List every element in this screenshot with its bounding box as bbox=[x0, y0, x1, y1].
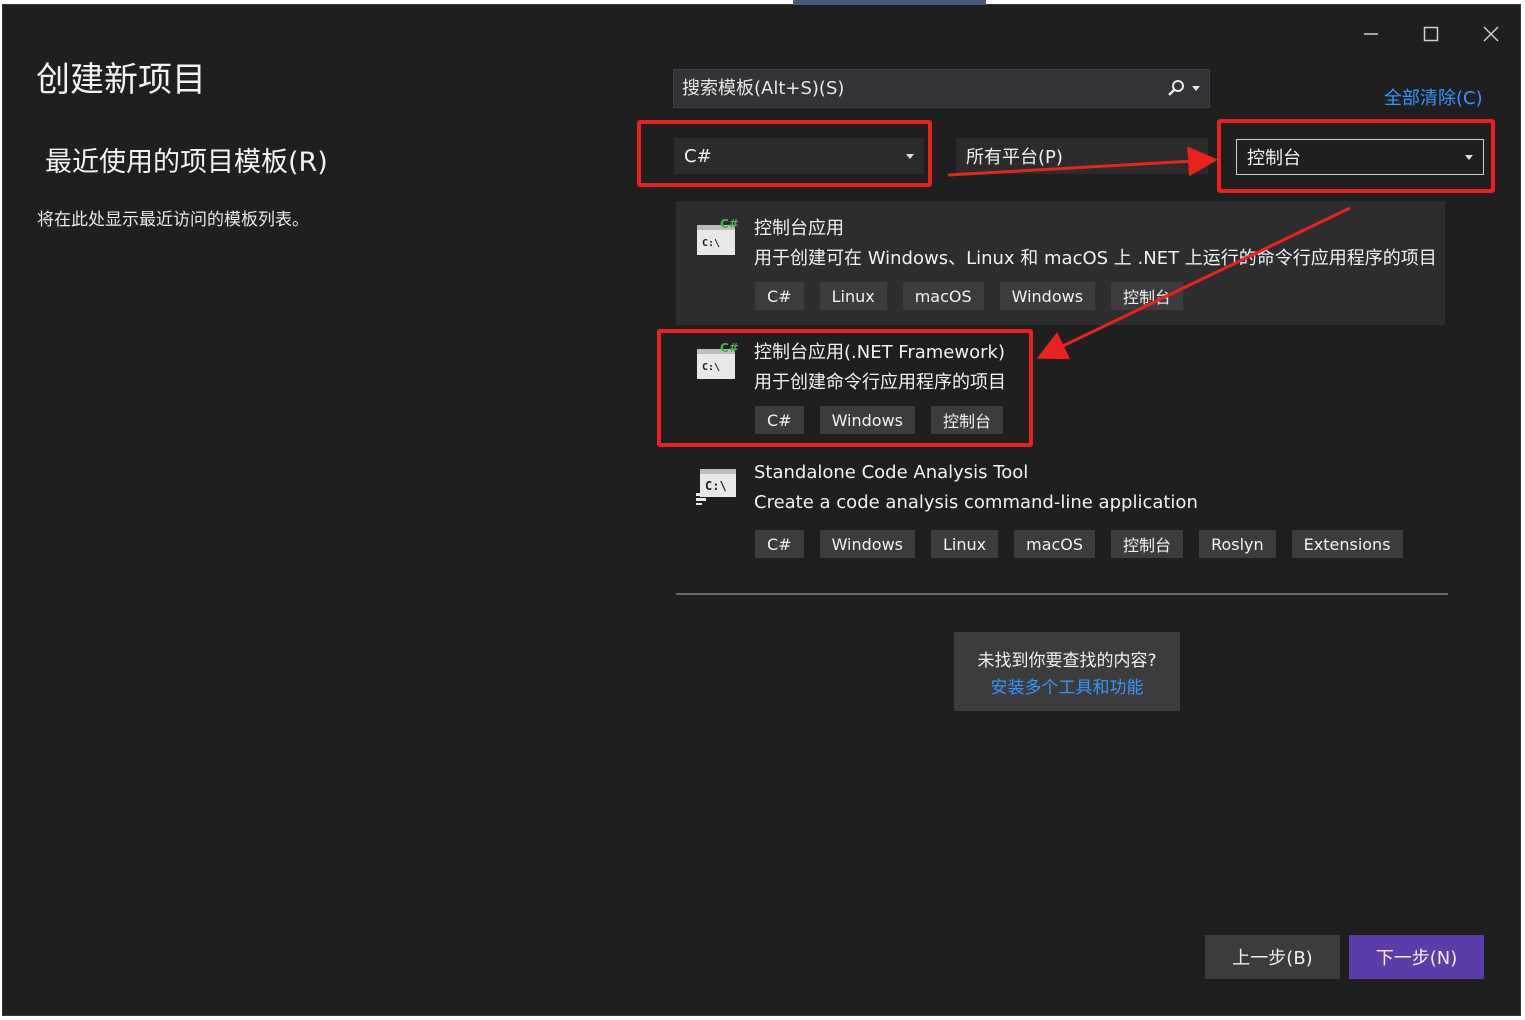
template-tags: C# Windows 控制台 bbox=[755, 406, 1004, 434]
clear-all-link[interactable]: 全部清除(C) bbox=[1384, 84, 1483, 110]
tag: 控制台 bbox=[1111, 530, 1184, 558]
tag: C# bbox=[755, 530, 804, 558]
template-name: Standalone Code Analysis Tool bbox=[754, 462, 1029, 483]
chevron-down-icon bbox=[1192, 86, 1200, 91]
chevron-down-icon bbox=[1190, 153, 1198, 159]
svg-text:C#: C# bbox=[720, 341, 738, 355]
tag: C# bbox=[755, 282, 804, 310]
maximize-button[interactable] bbox=[1411, 19, 1451, 49]
not-found-question: 未找到你要查找的内容? bbox=[977, 650, 1157, 671]
tag: 控制台 bbox=[931, 406, 1004, 434]
template-name: 控制台应用 bbox=[754, 218, 844, 239]
svg-text:C:\: C:\ bbox=[705, 479, 727, 493]
template-name: 控制台应用(.NET Framework) bbox=[754, 342, 1005, 363]
minimize-button[interactable] bbox=[1351, 19, 1391, 49]
project-type-filter-dropdown[interactable]: 控制台 bbox=[1236, 139, 1484, 175]
tag: Windows bbox=[819, 406, 915, 434]
search-icon bbox=[1168, 79, 1184, 96]
template-tags: C# Linux macOS Windows 控制台 bbox=[755, 282, 1184, 310]
page-title: 创建新项目 bbox=[36, 60, 206, 100]
tag: 控制台 bbox=[1111, 282, 1184, 310]
chevron-down-icon bbox=[906, 153, 914, 159]
recent-templates-empty-text: 将在此处显示最近访问的模板列表。 bbox=[37, 210, 309, 230]
platform-filter-dropdown[interactable]: 所有平台(P) bbox=[956, 138, 1208, 174]
back-button[interactable]: 上一步(B) bbox=[1205, 935, 1340, 979]
project-type-filter-value: 控制台 bbox=[1247, 148, 1301, 169]
list-divider bbox=[676, 593, 1448, 595]
code-analysis-console-icon: C:\ bbox=[696, 469, 736, 505]
minimize-icon bbox=[1364, 33, 1378, 35]
template-item-console-app-net-framework[interactable]: C:\ C# 控制台应用(.NET Framework) 用于创建命令行应用程序… bbox=[676, 325, 1445, 449]
language-filter-value: C# bbox=[684, 145, 712, 167]
template-item-standalone-code-analysis-tool[interactable]: C:\ Standalone Code Analysis Tool Create… bbox=[676, 449, 1445, 573]
platform-filter-value: 所有平台(P) bbox=[966, 147, 1063, 168]
tag: macOS bbox=[902, 282, 984, 310]
next-button[interactable]: 下一步(N) bbox=[1349, 935, 1484, 979]
tag: Roslyn bbox=[1199, 530, 1276, 558]
svg-text:C:\: C:\ bbox=[702, 238, 720, 249]
csharp-console-icon: C:\ C# bbox=[697, 341, 738, 379]
template-description: 用于创建命令行应用程序的项目 bbox=[754, 372, 1006, 393]
template-description: Create a code analysis command-line appl… bbox=[754, 492, 1198, 513]
language-filter-dropdown[interactable]: C# bbox=[674, 138, 924, 174]
search-input[interactable] bbox=[682, 78, 1157, 99]
tag: C# bbox=[755, 406, 804, 434]
close-icon bbox=[1483, 26, 1499, 42]
svg-text:C:\: C:\ bbox=[702, 362, 720, 373]
chevron-down-icon bbox=[1465, 154, 1473, 160]
install-tools-link[interactable]: 安装多个工具和功能 bbox=[991, 673, 1144, 698]
template-item-console-app[interactable]: C:\ C# 控制台应用 用于创建可在 Windows、Linux 和 macO… bbox=[676, 201, 1445, 325]
not-found-panel: 未找到你要查找的内容? 安装多个工具和功能 bbox=[954, 632, 1180, 711]
tag: Linux bbox=[931, 530, 999, 558]
template-description: 用于创建可在 Windows、Linux 和 macOS 上 .NET 上运行的… bbox=[754, 248, 1437, 269]
template-tags: C# Windows Linux macOS 控制台 Roslyn Extens… bbox=[755, 530, 1403, 558]
recent-templates-title: 最近使用的项目模板(R) bbox=[45, 147, 328, 178]
tag: macOS bbox=[1014, 530, 1096, 558]
svg-text:C#: C# bbox=[720, 217, 738, 231]
csharp-console-icon: C:\ C# bbox=[697, 217, 738, 255]
background-taskbar-tab bbox=[793, 0, 986, 5]
tag: Windows bbox=[999, 282, 1096, 310]
template-search-box[interactable] bbox=[673, 69, 1210, 108]
tag: Linux bbox=[819, 282, 887, 310]
close-button[interactable] bbox=[1471, 19, 1511, 49]
tag: Extensions bbox=[1291, 530, 1403, 558]
maximize-icon bbox=[1423, 26, 1439, 42]
search-options[interactable] bbox=[1157, 70, 1209, 107]
tag: Windows bbox=[819, 530, 915, 558]
